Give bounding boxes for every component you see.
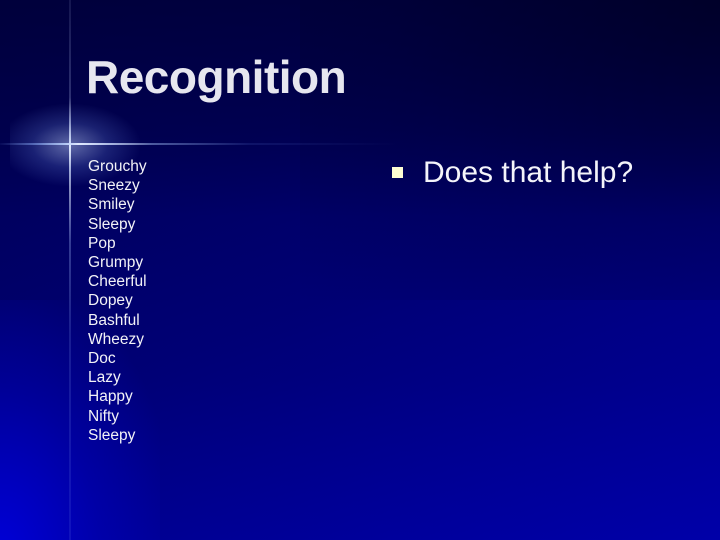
list-item: Grouchy [88, 158, 147, 175]
list-item: Wheezy [88, 330, 144, 348]
list-item: Smiley [88, 196, 135, 214]
slide-title: Recognition [86, 51, 347, 103]
list-item: Nifty [88, 407, 119, 425]
list-item: Lazy [88, 369, 121, 387]
name-list: Grouchy Sneezy Smiley Sleepy Pop Grumpy Cheerf… [88, 157, 288, 445]
list-item: Dopey [88, 292, 133, 310]
list-item: Sleepy [88, 426, 136, 444]
list-item: Sleepy [88, 215, 136, 233]
list-item: Pop [88, 234, 116, 252]
crosshair-horizontal-line [0, 143, 400, 145]
list-item: Grumpy [88, 254, 144, 272]
presentation-slide: Recognition Grouchy Sneezy Smiley Sleepy Pop… [0, 0, 720, 540]
slide-background-corner-shadow [300, 0, 720, 300]
list-item: Cheerful [88, 273, 147, 291]
list-item: Bashful [88, 311, 140, 329]
list-item: Doc [88, 350, 116, 368]
right-bullet-item: Does that help? [392, 156, 692, 190]
square-bullet-icon [392, 167, 403, 178]
list-item: Sneezy [88, 177, 140, 195]
crosshair-vertical-line [69, 0, 71, 540]
list-item: Happy [88, 388, 133, 406]
right-bullet-text: Does that help? [423, 156, 634, 189]
